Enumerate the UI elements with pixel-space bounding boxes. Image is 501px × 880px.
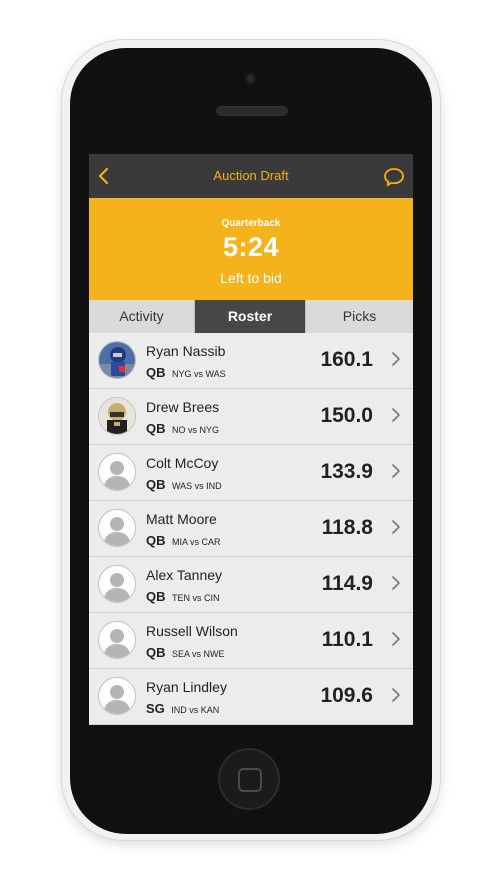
- timer-subtitle: Left to bid: [220, 270, 282, 286]
- chat-bubble-icon[interactable]: [383, 166, 405, 188]
- player-position: QB: [146, 589, 166, 604]
- player-matchup: SEA vs NWE: [171, 649, 225, 659]
- player-meta: QB TEN vs CIN: [146, 588, 219, 606]
- app-screen: Auction Draft Quarterback 5:24 Left to b…: [89, 154, 413, 725]
- camera: [245, 73, 256, 84]
- player-name: Matt Moore: [146, 511, 217, 527]
- player-name: Alex Tanney: [146, 567, 223, 583]
- countdown-timer: 5:24: [222, 232, 280, 262]
- player-value: 160.1: [320, 348, 373, 371]
- player-meta: QB WAS vs IND: [146, 476, 222, 494]
- avatar: [98, 621, 136, 659]
- player-position: QB: [146, 533, 166, 548]
- player-value: 114.9: [321, 572, 373, 595]
- bid-timer-banner: Quarterback 5:24 Left to bid: [89, 198, 413, 300]
- page-title: Auction Draft: [213, 168, 289, 183]
- player-meta: QB MIA vs CAR: [146, 532, 220, 550]
- player-matchup: WAS vs IND: [171, 481, 222, 491]
- home-button[interactable]: [218, 748, 280, 810]
- player-meta: QB NYG vs WAS: [146, 364, 226, 382]
- player-matchup: IND vs KAN: [171, 705, 220, 715]
- chevron-right-icon: [391, 687, 401, 703]
- player-matchup: NO vs NYG: [171, 425, 219, 435]
- player-value: 109.6: [320, 684, 373, 707]
- tab-roster[interactable]: Roster: [195, 300, 305, 333]
- tab-bar: Activity Roster Picks: [89, 300, 413, 333]
- position-label: Quarterback: [221, 218, 281, 229]
- player-meta: QB SEA vs NWE: [146, 644, 224, 662]
- avatar: [98, 453, 136, 491]
- chevron-right-icon: [391, 631, 401, 647]
- avatar: [98, 397, 136, 435]
- player-row[interactable]: Ryan Nassib QB NYG vs WAS 160.1: [89, 333, 413, 389]
- player-matchup: MIA vs CAR: [171, 537, 221, 547]
- player-position: SG: [146, 701, 165, 716]
- chevron-right-icon: [391, 519, 401, 535]
- player-row[interactable]: Russell Wilson QB SEA vs NWE 110.1: [89, 613, 413, 669]
- chevron-right-icon: [391, 575, 401, 591]
- avatar: [98, 341, 136, 379]
- speaker: [216, 106, 288, 116]
- player-name: Russell Wilson: [146, 623, 238, 639]
- player-meta: SG IND vs KAN: [146, 700, 219, 718]
- player-position: QB: [146, 645, 166, 660]
- player-value: 150.0: [320, 404, 373, 427]
- nav-bar: Auction Draft: [89, 154, 413, 198]
- player-meta: QB NO vs NYG: [146, 420, 219, 438]
- tab-activity[interactable]: Activity: [89, 300, 195, 333]
- player-name: Ryan Lindley: [146, 679, 227, 695]
- player-name: Colt McCoy: [146, 455, 219, 471]
- chevron-right-icon: [391, 351, 401, 367]
- avatar: [98, 677, 136, 715]
- player-value: 133.9: [320, 460, 373, 483]
- player-matchup: TEN vs CIN: [171, 593, 220, 603]
- player-value: 110.1: [321, 628, 373, 651]
- chevron-right-icon: [391, 463, 401, 479]
- player-position: QB: [146, 477, 166, 492]
- player-position: QB: [146, 421, 166, 436]
- player-row[interactable]: Colt McCoy QB WAS vs IND 133.9: [89, 445, 413, 501]
- player-name: Ryan Nassib: [146, 343, 226, 359]
- player-row[interactable]: Matt Moore QB MIA vs CAR 118.8: [89, 501, 413, 557]
- avatar: [98, 565, 136, 603]
- player-name: Drew Brees: [146, 399, 220, 415]
- player-row[interactable]: Drew Brees QB NO vs NYG 150.0: [89, 389, 413, 445]
- player-matchup: NYG vs WAS: [171, 369, 226, 379]
- player-position: QB: [146, 365, 166, 380]
- chevron-right-icon: [391, 407, 401, 423]
- avatar: [98, 509, 136, 547]
- tab-picks[interactable]: Picks: [305, 300, 413, 333]
- player-list: Ryan Nassib QB NYG vs WAS 160.1 Drew Brees Q…: [89, 333, 413, 725]
- home-square-icon: [238, 768, 262, 792]
- player-value: 118.8: [321, 516, 373, 539]
- player-row[interactable]: Alex Tanney QB TEN vs CIN 114.9: [89, 557, 413, 613]
- player-row[interactable]: Ryan Lindley SG IND vs KAN 109.6: [89, 669, 413, 725]
